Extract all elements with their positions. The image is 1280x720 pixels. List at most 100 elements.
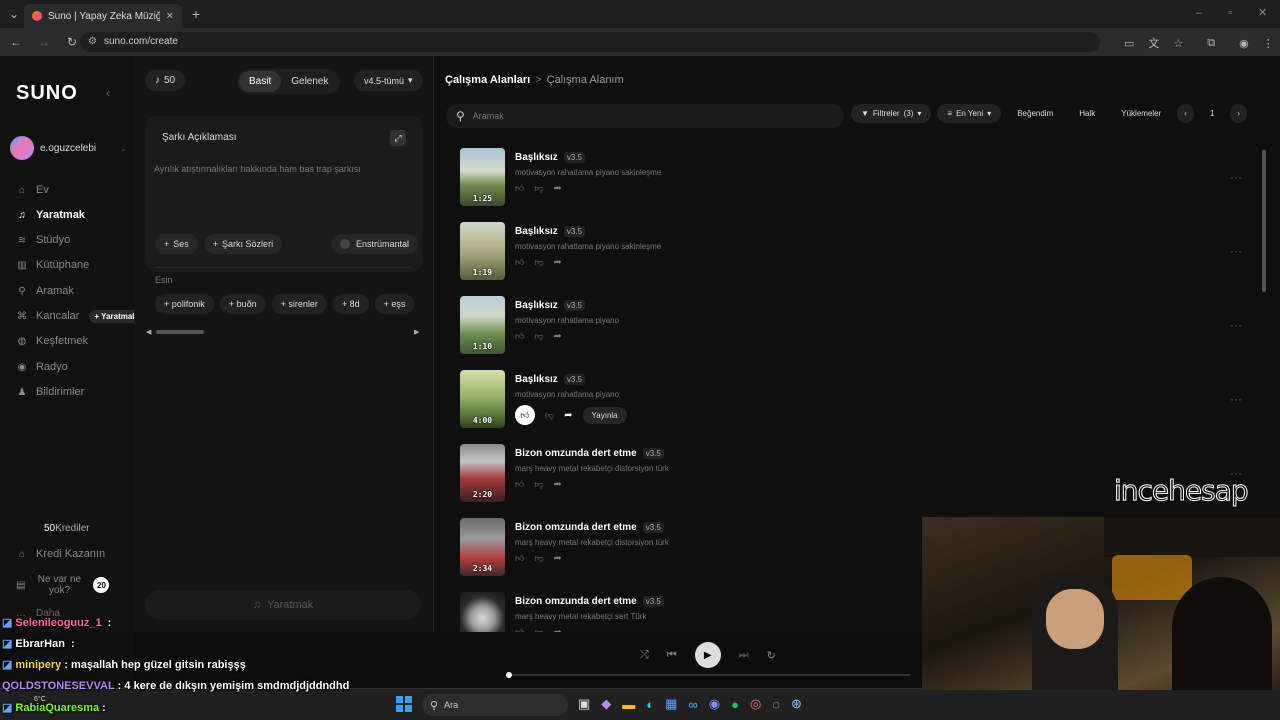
song-cover[interactable]: 4:00: [460, 370, 505, 428]
more-options-icon[interactable]: ···: [1230, 244, 1242, 258]
like-icon[interactable]: 👍︎: [515, 183, 524, 194]
instrumental-toggle[interactable]: Enstrümantal: [331, 234, 419, 254]
song-row[interactable]: 1:19 Başlıksız v3.5 motivasyon rahatlama pi…: [460, 222, 661, 284]
bookmark-star-icon[interactable]: ☆: [1173, 37, 1183, 50]
like-icon[interactable]: 👍︎: [515, 405, 535, 425]
tags-scrollbar[interactable]: ◀ ▶: [146, 328, 422, 336]
inspiration-tag[interactable]: + eşs: [374, 294, 415, 314]
task-view-icon[interactable]: ▣: [578, 696, 590, 712]
next-icon[interactable]: ⏭: [739, 649, 749, 662]
breadcrumb-workspaces[interactable]: Çalışma Alanları: [445, 74, 530, 86]
sidebar-item-1[interactable]: ♫ Yaratmak: [16, 205, 85, 225]
scroll-thumb[interactable]: [156, 330, 204, 334]
back-icon[interactable]: ←: [8, 35, 24, 49]
song-title[interactable]: Başlıksız: [515, 300, 558, 311]
like-icon[interactable]: 👍︎: [515, 553, 524, 564]
like-icon[interactable]: 👍︎: [515, 479, 524, 490]
progress-handle[interactable]: [506, 672, 512, 678]
scroll-right-icon[interactable]: ▶: [414, 328, 419, 336]
cast-icon[interactable]: ▭: [1124, 37, 1134, 50]
sidebar-item-3[interactable]: ▥ Kütüphane: [16, 255, 89, 275]
spotify-icon[interactable]: ●: [731, 697, 739, 712]
extensions-icon[interactable]: ⧉: [1207, 37, 1215, 50]
progress-bar[interactable]: [506, 672, 910, 678]
song-title[interactable]: Bizon omzunda dert etme: [515, 596, 637, 607]
uploads-filter[interactable]: Yüklemeler: [1111, 104, 1171, 123]
dislike-icon[interactable]: 👎︎: [534, 479, 543, 490]
share-icon[interactable]: ➦: [554, 479, 562, 490]
sidebar-item-6[interactable]: ◍ Keşfetmek: [16, 331, 88, 351]
mode-custom-button[interactable]: Gelenek: [281, 71, 338, 92]
publish-button[interactable]: Yayınla: [582, 406, 627, 424]
menu-icon[interactable]: ⋮: [1263, 37, 1274, 50]
minimize-icon[interactable]: –: [1196, 7, 1202, 19]
sidebar-item-4[interactable]: ⚲ Aramak: [16, 281, 74, 301]
song-style[interactable]: marş heavy metal rekabetçi distorsiyon t…: [515, 538, 669, 547]
profile-icon[interactable]: ◉: [1239, 37, 1249, 50]
song-row[interactable]: 1:25 Başlıksız v3.5 motivasyon rahatlama pi…: [460, 148, 661, 210]
obs-icon[interactable]: ◌: [772, 697, 780, 712]
song-row[interactable]: 4:00 Başlıksız v3.5 motivasyon rahatlama pi…: [460, 370, 627, 432]
steam-icon[interactable]: ⊛: [791, 696, 802, 712]
song-row[interactable]: 2:20 Bizon omzunda dert etme v3.5 marş heav…: [460, 444, 669, 506]
sidebar-item-5[interactable]: ⌘ Kancalar + Yaratmak: [16, 306, 142, 326]
song-cover[interactable]: 2:34: [460, 518, 505, 576]
scroll-left-icon[interactable]: ◀: [146, 328, 151, 336]
windows-start-icon[interactable]: [396, 696, 412, 712]
dislike-icon[interactable]: 👎︎: [545, 410, 554, 421]
song-row[interactable]: Bizon omzunda dert etme v3.5 marş heavy me…: [460, 592, 664, 632]
model-select[interactable]: v4.5-tümü ▾: [354, 70, 423, 91]
more-options-icon[interactable]: ···: [1230, 392, 1242, 406]
song-style[interactable]: motivasyon rahatlama piyano: [515, 390, 627, 399]
sort-button[interactable]: ≡ En Yeni ▾: [937, 104, 1002, 123]
song-style[interactable]: motivasyon rahatlama piyano: [515, 316, 619, 325]
earn-credits-link[interactable]: ⌂ Kredi Kazanın: [16, 544, 105, 564]
sidebar-item-2[interactable]: ≋ Stüdyo: [16, 230, 70, 250]
song-style[interactable]: motivasyon rahatlama piyano sakinleşme: [515, 168, 661, 177]
like-icon[interactable]: 👍︎: [515, 257, 524, 268]
suno-logo[interactable]: SUNO: [16, 82, 78, 105]
more-options-icon[interactable]: ···: [1230, 318, 1242, 332]
expand-icon[interactable]: ⤢: [390, 130, 406, 146]
discord-icon[interactable]: ◉: [709, 696, 720, 712]
sidebar-item-7[interactable]: ◉ Radyo: [16, 357, 68, 377]
copilot-icon[interactable]: ◆: [601, 696, 611, 712]
add-lyrics-button[interactable]: + Şarkı Sözleri: [203, 234, 283, 254]
song-cover[interactable]: 1:19: [460, 222, 505, 280]
song-style[interactable]: motivasyon rahatlama piyano sakinleşme: [515, 242, 661, 251]
forward-icon[interactable]: →: [36, 35, 52, 49]
inspiration-tag[interactable]: + polifonik: [155, 294, 214, 314]
song-title[interactable]: Başlıksız: [515, 374, 558, 385]
filters-button[interactable]: ▼ Filtreler (3) ▾: [851, 104, 932, 123]
restore-icon[interactable]: ▫: [1228, 7, 1232, 19]
song-title[interactable]: Bizon omzunda dert etme: [515, 448, 637, 459]
new-tab-icon[interactable]: +: [188, 6, 204, 22]
chrome-icon[interactable]: ◎: [750, 696, 761, 712]
description-input[interactable]: Ayrılık atıştırmalıkları hakkında ham ba…: [154, 164, 361, 174]
user-menu[interactable]: e.oguzcelebi ⌄: [10, 136, 127, 160]
more-options-icon[interactable]: ···: [1230, 170, 1242, 184]
song-title[interactable]: Başlıksız: [515, 226, 558, 237]
collapse-sidebar-icon[interactable]: ‹: [106, 86, 110, 100]
close-window-icon[interactable]: ✕: [1258, 6, 1267, 19]
page-number[interactable]: 1: [1200, 104, 1224, 123]
app-icon[interactable]: ∞: [688, 697, 697, 712]
song-row[interactable]: 2:34 Bizon omzunda dert etme v3.5 marş heav…: [460, 518, 669, 580]
credits-chip[interactable]: ♪ 50: [145, 70, 186, 91]
mode-simple-button[interactable]: Basit: [239, 71, 282, 92]
file-explorer-icon[interactable]: ▬: [622, 697, 635, 712]
song-title[interactable]: Başlıksız: [515, 152, 558, 163]
add-audio-button[interactable]: + Ses: [155, 234, 198, 254]
song-cover[interactable]: 1:25: [460, 148, 505, 206]
create-button[interactable]: ♫ Yaratmak: [145, 590, 421, 620]
site-info-icon[interactable]: ⚙: [88, 32, 97, 52]
share-icon[interactable]: ➦: [564, 410, 572, 421]
dislike-icon[interactable]: 👎︎: [534, 183, 543, 194]
store-icon[interactable]: ▦: [665, 696, 677, 712]
song-cover[interactable]: 1:10: [460, 296, 505, 354]
public-filter[interactable]: Halk: [1069, 104, 1105, 123]
dislike-icon[interactable]: 👎︎: [534, 257, 543, 268]
play-button[interactable]: ▶: [694, 642, 721, 668]
next-page-icon[interactable]: ›: [1230, 104, 1248, 123]
share-icon[interactable]: ➦: [554, 331, 562, 342]
